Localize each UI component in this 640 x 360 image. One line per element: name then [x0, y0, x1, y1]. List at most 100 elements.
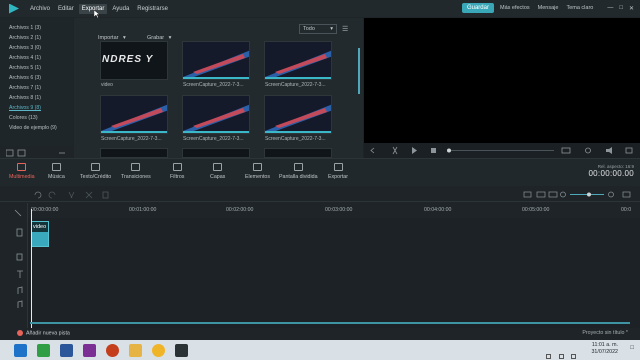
tool-filtros[interactable]: Filtros [170, 163, 184, 180]
media-thumbnail[interactable] [182, 95, 250, 134]
track-headers [0, 203, 28, 328]
ruler-tick: 00:0 [621, 207, 632, 213]
list-view-icon[interactable]: ☰ [342, 25, 348, 33]
message-link[interactable]: Mensaje [538, 5, 559, 11]
player-controls-icons [370, 146, 633, 155]
save-button[interactable]: Guardar [461, 3, 494, 13]
timeline-tracks[interactable] [0, 218, 640, 328]
edit-bar-icons [34, 191, 631, 199]
folder-item[interactable]: Archivos 6 (3) [0, 73, 73, 83]
menu-archivo[interactable]: Archivo [27, 4, 53, 14]
snap-icon [536, 191, 546, 198]
main-toolbar: Multimedia Música Texto/Crédito Transici… [0, 158, 640, 186]
clock-date: 31/07/2022 [591, 349, 618, 355]
media-thumbnail[interactable] [264, 95, 332, 134]
tool-multimedia[interactable]: Multimedia [9, 163, 35, 180]
menubar: Archivo Editar Exportar Ayuda Registrars… [0, 0, 640, 18]
text-track-icon [17, 270, 23, 278]
notification-icon[interactable]: □ [630, 345, 634, 351]
transition-icon [131, 163, 141, 171]
elements-icon [253, 163, 263, 171]
tool-exportar[interactable]: Exportar [328, 163, 348, 180]
filmora-taskbar-icon[interactable] [175, 343, 188, 357]
powerpoint-icon[interactable] [106, 343, 119, 357]
music-track-icon [17, 286, 23, 294]
filter-select[interactable]: Todo ▾ [299, 24, 337, 34]
more-effects-link[interactable]: Más efectos [500, 5, 530, 11]
folder-item[interactable]: Video de ejemplo (9) [0, 123, 73, 133]
volume-icon[interactable] [571, 354, 576, 359]
folder-icon [17, 149, 26, 157]
tray-icon[interactable] [546, 354, 552, 359]
app-logo-icon [9, 3, 19, 14]
menu-registrarse[interactable]: Registrarse [134, 4, 171, 14]
tool-label: Pantalla dividida [279, 174, 318, 180]
playhead[interactable] [31, 209, 32, 328]
maximize-icon[interactable]: □ [619, 5, 623, 11]
stop-icon [431, 148, 436, 153]
redo-icon [48, 191, 56, 199]
media-thumbnail[interactable] [264, 41, 332, 80]
minimize-icon[interactable]: — [607, 5, 613, 11]
folder-item[interactable]: Archivos 4 (1) [0, 53, 73, 63]
tool-texto[interactable]: Texto/Crédito [80, 163, 111, 180]
chevron-down-icon: ▾ [330, 26, 333, 32]
menu-ayuda[interactable]: Ayuda [109, 4, 132, 14]
folder-item[interactable]: Archivos 1 (3) [0, 23, 73, 33]
ruler-tick: 00:03:00:00 [325, 207, 353, 213]
folder-item[interactable]: Archivos 8 (1) [0, 93, 73, 103]
tool-elementos[interactable]: Elementos [245, 163, 270, 180]
windows-start-icon[interactable] [14, 343, 27, 357]
light-theme-link[interactable]: Tema claro [566, 5, 593, 11]
seek-handle [447, 148, 451, 153]
ruler-tick: 00:02:00:00 [226, 207, 254, 213]
text-icon [91, 163, 101, 171]
menu-editar[interactable]: Editar [55, 4, 77, 14]
clip-name: video [32, 222, 48, 232]
add-track-button[interactable]: Añadir nueva pista [17, 330, 70, 336]
timeline-clip[interactable]: video [31, 221, 49, 247]
media-scrollbar[interactable] [358, 48, 360, 94]
media-thumbnail[interactable] [182, 41, 250, 80]
tool-label: Música [48, 174, 65, 180]
expand-icon [625, 147, 633, 154]
media-thumbnail[interactable] [100, 148, 168, 158]
wifi-icon[interactable] [558, 354, 564, 359]
app-window: Archivo Editar Exportar Ayuda Registrars… [0, 0, 640, 360]
timeline-scrollbar[interactable] [30, 322, 630, 324]
tool-label: Exportar [328, 174, 349, 180]
folder-item-selected[interactable]: Archivos 9 (8) [0, 103, 73, 113]
tool-pantalla-dividida[interactable]: Pantalla dividida [279, 163, 318, 180]
video-track-icon [16, 228, 23, 237]
media-caption: ScreenCapture_2022-7-3... [265, 82, 326, 88]
zoom-out-icon [560, 191, 566, 198]
media-thumbnail[interactable] [100, 95, 168, 134]
thumbnail-image [265, 42, 331, 79]
delete-icon [85, 191, 93, 199]
chevron-down-icon: ▾ [168, 35, 172, 41]
folder-item[interactable]: Archivos 7 (1) [0, 83, 73, 93]
filter-icon [172, 163, 182, 171]
layers-icon [213, 163, 223, 171]
folder-item[interactable]: Archivos 5 (1) [0, 63, 73, 73]
word-icon[interactable] [60, 343, 73, 357]
tool-musica[interactable]: Música [48, 163, 65, 180]
close-icon[interactable]: ✕ [629, 5, 634, 12]
media-thumbnail[interactable] [264, 148, 332, 158]
onenote-icon[interactable] [83, 343, 96, 357]
folder-item[interactable]: Archivos 3 (0) [0, 43, 73, 53]
tool-transiciones[interactable]: Transiciones [121, 163, 151, 180]
taskbar-clock[interactable]: 11:01 a. m. 31/07/2022 [591, 342, 618, 356]
media-thumbnail[interactable] [182, 148, 250, 158]
time-info: Rel. aspecto: 16:9 00:00:00.00 [588, 164, 634, 178]
media-caption: ScreenCapture_2022-7-3... [183, 82, 244, 88]
media-thumbnail[interactable]: NDRES Y [100, 41, 168, 80]
ruler-tick: 00:05:00:00 [522, 207, 550, 213]
timeline-ruler[interactable]: 00:00:00:00 00:01:00:00 00:02:00:00 00:0… [30, 203, 640, 217]
folder-item[interactable]: Archivos 2 (1) [0, 33, 73, 43]
folder-item[interactable]: Colores (13) [0, 113, 73, 123]
tool-capas[interactable]: Capas [210, 163, 225, 180]
app-icon[interactable] [37, 343, 50, 357]
chrome-icon[interactable] [152, 343, 165, 357]
file-explorer-icon[interactable] [129, 343, 142, 357]
